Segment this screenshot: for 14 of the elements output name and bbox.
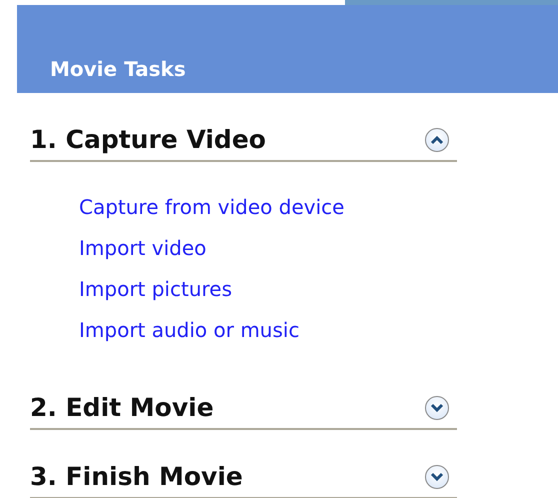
task-link[interactable]: Import video bbox=[79, 234, 457, 262]
task-link[interactable]: Import pictures bbox=[79, 275, 457, 303]
section-title: 2. Edit Movie bbox=[30, 393, 214, 422]
task-link[interactable]: Capture from video device bbox=[79, 193, 457, 221]
chevron-up-icon bbox=[430, 134, 444, 144]
collapse-button[interactable] bbox=[425, 128, 449, 152]
panel-title: Movie Tasks bbox=[50, 57, 186, 81]
section-title: 3. Finish Movie bbox=[30, 462, 243, 491]
expand-button[interactable] bbox=[425, 464, 449, 488]
expand-button[interactable] bbox=[425, 396, 449, 420]
section-title: 1. Capture Video bbox=[30, 125, 266, 154]
chevron-down-icon bbox=[430, 472, 444, 482]
chevron-down-icon bbox=[430, 402, 444, 412]
task-link[interactable]: Import audio or music bbox=[79, 316, 457, 344]
